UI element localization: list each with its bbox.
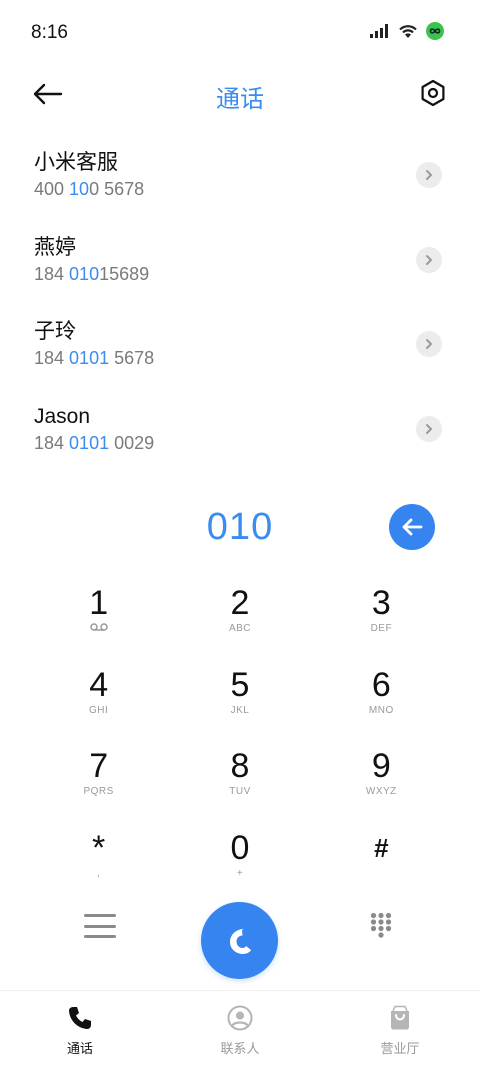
call-button[interactable] xyxy=(201,902,278,979)
key-letters: + xyxy=(236,867,244,879)
chevron-right-icon xyxy=(426,254,433,265)
key-letters: TUV xyxy=(229,786,251,797)
contact-detail-button[interactable] xyxy=(416,246,442,273)
nav-label: 通话 xyxy=(66,1041,93,1056)
contact-name: Jason xyxy=(34,404,91,428)
phone-call-icon xyxy=(229,928,251,954)
chevron-right-icon xyxy=(426,423,433,434)
key-digit: 2 xyxy=(230,584,250,622)
key-digit: 0 xyxy=(230,828,250,867)
key-letters: WXYZ xyxy=(365,786,397,797)
key-digit: 4 xyxy=(89,665,109,704)
dialpad-toggle-button[interactable] xyxy=(370,912,392,938)
key-6[interactable]: 6 MNO xyxy=(311,660,452,742)
key-2[interactable]: 2 ABC xyxy=(169,578,310,660)
key-digit: 9 xyxy=(371,747,391,785)
wifi-icon xyxy=(399,24,417,38)
chevron-right-icon xyxy=(426,339,433,349)
hexagon-settings-icon xyxy=(421,79,445,107)
key-digit: 1 xyxy=(89,584,109,622)
key-letters: MNO xyxy=(368,704,394,716)
contact-row[interactable]: 小米客服 400 100 5678 xyxy=(0,138,480,223)
phone-icon xyxy=(65,1003,95,1033)
key-letters: DEF xyxy=(370,623,393,634)
key-letters: JKL xyxy=(230,704,250,716)
contact-name: 小米客服 xyxy=(34,151,118,174)
key-7[interactable]: 7 PQRS xyxy=(28,741,169,823)
nav-label: 联系人 xyxy=(220,1041,260,1056)
settings-button[interactable] xyxy=(416,76,450,110)
contact-name: 燕婷 xyxy=(34,235,76,259)
key-digit: * xyxy=(92,828,106,867)
backspace-button[interactable] xyxy=(389,504,435,550)
contact-suggestion-list: 小米客服 400 100 5678 燕婷 184 01015689 子玲 184… xyxy=(0,138,480,476)
dial-keypad: 1 2 ABC 3 DEF 4 GHI 5 JKL 6 MNO 7 PQRS 8… xyxy=(28,578,452,904)
key-5[interactable]: 5 JKL xyxy=(169,660,310,742)
dialed-number-display: 010 xyxy=(0,504,480,554)
contact-number: 184 01015689 xyxy=(34,263,150,284)
contact-name: 子玲 xyxy=(34,320,76,343)
voicemail-icon xyxy=(89,623,108,631)
bottom-nav: 通话 联系人 营业厅 xyxy=(0,990,480,1067)
menu-icon xyxy=(84,914,116,917)
contact-number: 400 100 5678 xyxy=(34,179,145,199)
store-bag-icon xyxy=(385,1003,415,1033)
key-0[interactable]: 0 + xyxy=(169,823,310,905)
key-letters: PQRS xyxy=(83,786,114,797)
status-icons xyxy=(370,22,444,40)
key-letters: ABC xyxy=(228,623,252,634)
key-1[interactable]: 1 xyxy=(28,578,169,660)
nav-label: 营业厅 xyxy=(380,1041,420,1056)
contacts-icon xyxy=(225,1003,255,1033)
key-digit: 5 xyxy=(230,665,250,704)
nav-item-contacts[interactable]: 联系人 xyxy=(160,991,320,1067)
signal-icon xyxy=(370,24,388,38)
dialpad-toggle-icon xyxy=(370,912,392,938)
key-3[interactable]: 3 DEF xyxy=(311,578,452,660)
key-hash[interactable]: # xyxy=(311,823,452,905)
key-digit: # xyxy=(374,832,389,863)
key-star[interactable]: * , xyxy=(28,823,169,905)
contact-row[interactable]: 燕婷 184 01015689 xyxy=(0,223,480,308)
contact-row[interactable]: 子玲 184 0101 5678 xyxy=(0,307,480,392)
key-digit: 7 xyxy=(89,747,109,785)
contact-detail-button[interactable] xyxy=(416,415,442,442)
key-9[interactable]: 9 WXYZ xyxy=(311,741,452,823)
key-8[interactable]: 8 TUV xyxy=(169,741,310,823)
dialer-actions xyxy=(0,900,480,980)
status-bar: 8:16 xyxy=(0,0,480,66)
menu-button[interactable] xyxy=(84,914,116,938)
contact-detail-button[interactable] xyxy=(416,331,442,357)
key-digit: 6 xyxy=(371,665,391,704)
backspace-arrow-icon xyxy=(402,518,423,536)
contact-row[interactable]: Jason 184 0101 0029 xyxy=(0,392,480,477)
page-title: 通话 xyxy=(216,86,264,113)
key-letters: GHI xyxy=(89,704,109,716)
contact-number: 184 0101 0029 xyxy=(34,432,155,453)
key-4[interactable]: 4 GHI xyxy=(28,660,169,742)
nav-item-calls[interactable]: 通话 xyxy=(0,991,160,1067)
chevron-right-icon xyxy=(426,170,433,180)
header: 通话 xyxy=(0,66,480,122)
contact-detail-button[interactable] xyxy=(416,162,442,188)
key-digit: 8 xyxy=(230,747,250,785)
app-status-icon xyxy=(426,22,444,40)
key-digit: 3 xyxy=(371,584,391,622)
nav-item-store[interactable]: 营业厅 xyxy=(320,991,480,1067)
contact-number: 184 0101 5678 xyxy=(34,348,155,368)
key-letters: , xyxy=(97,867,101,879)
status-time: 8:16 xyxy=(31,22,68,43)
